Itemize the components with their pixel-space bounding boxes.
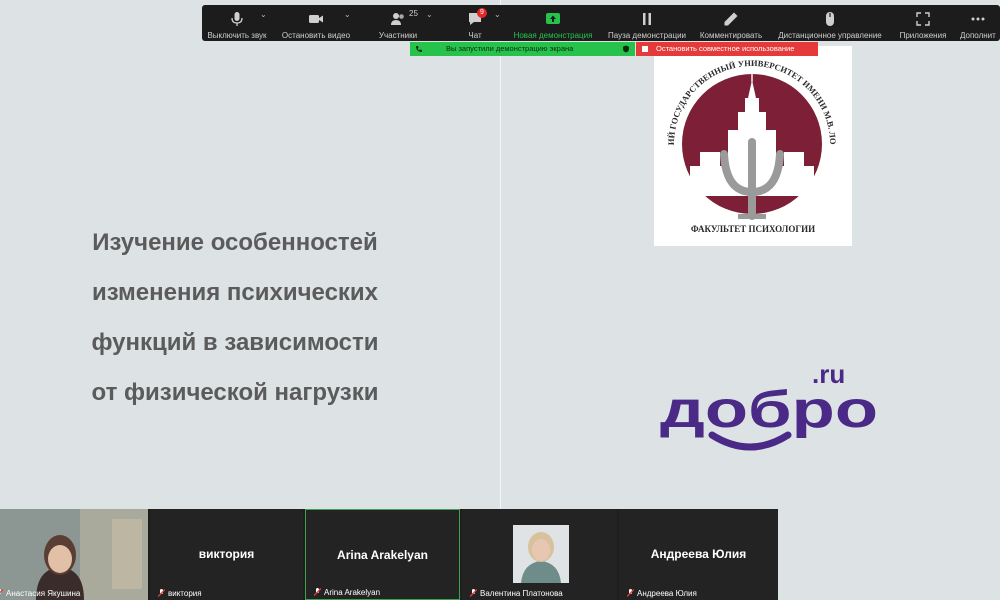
participant-name-text: Валентина Платонова [480,589,563,598]
participant-photo [513,525,569,583]
annotate-label: Комментировать [699,31,763,40]
phone-icon [416,46,422,52]
participant-name-text: Анастасия Якушина [6,589,81,598]
muted-mic-icon [627,589,634,597]
slide-title: Изучение особенностей изменения психичес… [40,218,430,418]
participant-display-name: виктория [198,547,255,561]
mute-label: Выключить звук [207,31,267,40]
remote-control-label: Дистанционное управление [778,31,882,40]
mute-options-chevron-icon[interactable]: ⌄ [260,10,267,19]
slide-title-line: Изучение особенностей [92,229,378,256]
participant-name-label: Анастасия Якушина [0,589,80,598]
dobro-wordmark: добро [660,381,878,439]
slide-title-line: функций в зависимости [91,329,379,356]
participant-name-label: Андреева Юлия [627,589,697,598]
apps-button[interactable]: Приложения [892,5,954,41]
msu-subtitle: ФАКУЛЬТЕТ ПСИХОЛОГИИ [691,224,815,234]
participant-tile[interactable]: Андреева Юлия Андреева Юлия [619,509,778,600]
stop-video-label: Остановить видео [281,31,351,40]
sharing-status-banner: Вы запустили демонстрацию экрана [410,42,635,56]
new-share-label: Новая демонстрация [513,31,593,40]
participant-strip: Анастасия Якушина виктория виктория Arin… [0,509,778,600]
muted-mic-icon [0,589,3,594]
participants-icon [391,13,404,25]
pencil-icon [724,12,738,26]
participant-name-text: Arina Arakelyan [324,588,381,597]
share-screen-icon [546,13,560,24]
participant-display-name: Андреева Юлия [650,547,747,561]
video-options-chevron-icon[interactable]: ⌄ [344,10,351,19]
slide-title-line: изменения психических [91,279,379,306]
chat-button[interactable]: 9 ⌄ Чат [442,5,508,41]
chat-unread-badge: 9 [477,8,487,18]
more-icon [971,17,985,21]
pause-share-button[interactable]: Пауза демонстрации [602,5,692,41]
muted-mic-icon [470,589,477,597]
chat-label: Чат [468,31,482,40]
participant-name-label: Arina Arakelyan [314,588,380,597]
participant-tile-active-speaker[interactable]: Arina Arakelyan Arina Arakelyan [305,509,460,600]
pause-icon [643,13,651,25]
stop-share-label: Остановить совместное использование [656,44,795,53]
participants-count: 25 [409,9,418,18]
participant-name-text: виктория [168,589,202,598]
new-share-button[interactable]: Новая демонстрация [510,5,596,41]
participant-tile[interactable]: Валентина Платонова [462,509,617,600]
more-button[interactable]: Дополнит [956,5,1000,41]
pause-share-label: Пауза демонстрации [607,31,686,40]
mute-button[interactable]: ⌄ Выключить звук [202,5,272,41]
apps-icon [916,12,930,26]
participant-name-text: Андреева Юлия [637,589,697,598]
meeting-toolbar: ⌄ Выключить звук ⌄ Остановить видео 25 ⌄… [202,5,1000,41]
stop-video-button[interactable]: ⌄ Остановить видео [276,5,356,41]
more-label: Дополнит [960,31,996,40]
slide-title-line: от физической нагрузки [91,379,379,406]
apps-label: Приложения [899,31,947,40]
mouse-icon [826,12,834,26]
shield-icon [623,45,629,53]
stop-square-icon [642,46,648,52]
dobro-ru-logo: .ru добро [660,355,890,460]
participant-name-label: виктория [158,589,202,598]
msu-psychology-logo: МОСКОВСКИЙ ГОСУДАРСТВЕННЫЙ УНИВЕРСИТЕТ И… [650,38,852,246]
participant-name-label: Валентина Платонова [470,589,563,598]
participants-button[interactable]: 25 ⌄ Участники [362,5,434,41]
video-camera-icon [309,15,323,23]
muted-mic-icon [314,588,321,596]
chat-options-chevron-icon[interactable]: ⌄ [494,10,501,19]
microphone-icon [231,12,243,26]
participant-tile[interactable]: виктория виктория [150,509,303,600]
participants-label: Участники [378,31,418,40]
stop-share-button[interactable]: Остановить совместное использование [636,42,818,56]
annotate-button[interactable]: Комментировать [696,5,766,41]
participant-tile[interactable]: Анастасия Якушина [0,509,148,600]
participant-video [0,509,148,600]
participant-display-name: Arina Arakelyan [337,548,428,562]
remote-control-button[interactable]: Дистанционное управление [770,5,890,41]
muted-mic-icon [158,589,165,597]
sharing-status-text: Вы запустили демонстрацию экрана [446,44,574,53]
participants-options-chevron-icon[interactable]: ⌄ [426,10,433,19]
